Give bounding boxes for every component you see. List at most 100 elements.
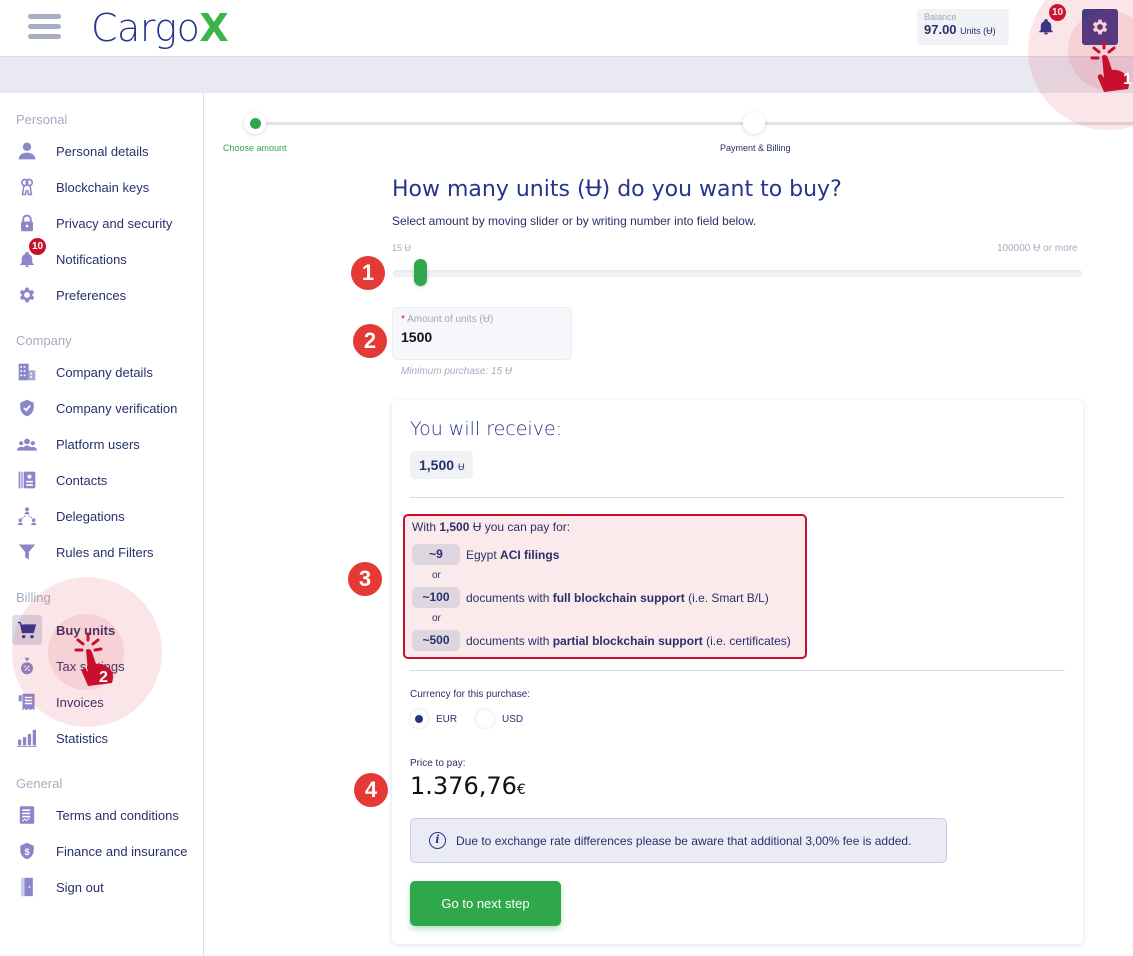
- step-payment-billing-dot[interactable]: [743, 112, 765, 134]
- gear-icon: [12, 280, 42, 310]
- sidebar-item-notifications[interactable]: 10 Notifications: [12, 238, 197, 274]
- currency-radio-usd[interactable]: USD: [476, 710, 523, 728]
- next-step-button[interactable]: Go to next step: [410, 881, 561, 926]
- sidebar-item-statistics[interactable]: Statistics: [12, 723, 197, 753]
- radio-label: EUR: [436, 713, 458, 725]
- hamburger-bar: [28, 24, 61, 29]
- units-slider-track[interactable]: [393, 270, 1082, 277]
- step-choose-amount-dot[interactable]: [244, 112, 266, 134]
- sidebar-item-platform-users[interactable]: Platform users: [12, 429, 197, 459]
- price-currency-symbol: €: [516, 782, 526, 798]
- radio-circle: [476, 710, 494, 728]
- pay-option-bold: partial blockchain support: [552, 633, 703, 648]
- door-icon: [12, 872, 42, 902]
- pay-option-qty: ~500: [412, 630, 460, 651]
- pay-or-separator: or: [432, 570, 441, 581]
- sidebar-item-label: Privacy and security: [56, 215, 173, 231]
- receive-amount: 1,500 Ʉ: [410, 451, 474, 479]
- price-amount: 1.376,76: [410, 772, 517, 800]
- pay-for-heading: With 1,500 Ʉ you can pay for:: [412, 520, 570, 534]
- pay-head-suffix: Ʉ you can pay for:: [472, 520, 571, 534]
- units-slider-thumb[interactable]: [414, 259, 428, 286]
- receive-title: You will receive:: [410, 418, 563, 440]
- pay-option-pre: documents with: [466, 590, 550, 605]
- pay-option-post: (i.e. Smart B/L): [688, 590, 769, 605]
- step-choose-amount-label: Choose amount: [223, 143, 287, 153]
- sidebar-item-label: Statistics: [56, 730, 109, 746]
- minimum-purchase-note: Minimum purchase: 15 Ʉ: [401, 366, 513, 377]
- info-icon: i: [429, 832, 446, 849]
- sidebar-item-contacts[interactable]: Contacts: [12, 465, 197, 495]
- receipt-icon: [12, 687, 42, 717]
- notifications-badge: 10: [1049, 4, 1067, 21]
- top-header: CargoX Balance 97.00 Units (Ʉ) 10: [0, 0, 1133, 57]
- sidebar-item-delegations[interactable]: Delegations: [12, 501, 197, 531]
- currency-radio-eur[interactable]: EUR: [410, 710, 457, 728]
- sidebar-item-rules-filters[interactable]: Rules and Filters: [12, 537, 197, 567]
- sidebar-item-buy-units[interactable]: Buy units: [12, 615, 197, 645]
- pay-option: ~500 documents with partial blockchain s…: [412, 630, 791, 651]
- sidebar-item-label: Invoices: [56, 694, 104, 710]
- sidebar-item-privacy-security[interactable]: Privacy and security: [12, 208, 197, 238]
- radio-label: USD: [502, 713, 524, 725]
- sidebar-item-terms[interactable]: Terms and conditions: [12, 800, 197, 830]
- cargox-logo[interactable]: CargoX: [91, 6, 229, 50]
- bar-chart-icon: [12, 723, 42, 753]
- sidebar: Personal Personal details Blockchain key…: [0, 93, 204, 956]
- currency-label: Currency for this purchase:: [410, 689, 531, 700]
- pay-option-pre: Egypt: [466, 547, 497, 562]
- step-payment-billing-label: Payment & Billing: [720, 143, 791, 153]
- slider-min-label: 15 Ʉ: [392, 243, 412, 253]
- amount-field-label: * Amount of units (Ʉ): [401, 314, 563, 325]
- sidebar-item-label: Preferences: [56, 287, 127, 303]
- sidebar-item-preferences[interactable]: Preferences: [12, 280, 197, 310]
- purchase-summary-card: You will receive: 1,500 Ʉ With 1,500 Ʉ y…: [392, 400, 1083, 944]
- hamburger-bar: [28, 14, 61, 19]
- sidebar-item-company-details[interactable]: Company details: [12, 357, 197, 387]
- sidebar-item-label: Terms and conditions: [56, 807, 179, 823]
- pay-head-prefix: With: [412, 520, 436, 534]
- settings-button[interactable]: [1082, 9, 1118, 45]
- sidebar-item-company-verification[interactable]: Company verification: [12, 393, 197, 423]
- exchange-rate-notice: i Due to exchange rate differences pleas…: [410, 818, 947, 863]
- sidebar-item-tax-settings[interactable]: Tax settings: [12, 651, 197, 681]
- sidebar-item-label: Platform users: [56, 436, 140, 452]
- notifications-button[interactable]: [1037, 18, 1055, 36]
- hamburger-bar: [28, 34, 61, 39]
- sidebar-item-personal-details[interactable]: Personal details: [12, 136, 197, 166]
- sidebar-item-label: Contacts: [56, 472, 108, 488]
- sidebar-item-sign-out[interactable]: Sign out: [12, 872, 197, 902]
- sidebar-item-label: Personal details: [56, 143, 149, 159]
- annotation-marker-1: 1: [351, 256, 385, 290]
- balance-widget: Balance 97.00 Units (Ʉ): [917, 9, 1009, 45]
- stepper-line: [255, 122, 1133, 125]
- sidebar-item-label: Sign out: [56, 879, 104, 895]
- delegations-icon: [12, 501, 42, 531]
- pay-option: ~9 Egypt ACI filings: [412, 544, 559, 565]
- keys-icon: [12, 172, 42, 202]
- sidebar-item-blockchain-keys[interactable]: Blockchain keys: [12, 172, 197, 202]
- pay-or-separator: or: [432, 613, 441, 624]
- menu-toggle-button[interactable]: [28, 14, 61, 40]
- amount-field[interactable]: * Amount of units (Ʉ): [392, 307, 572, 360]
- page-title: How many units (Ʉ) do you want to buy?: [392, 177, 842, 202]
- price-label: Price to pay:: [410, 758, 466, 769]
- sidebar-item-label: Company verification: [56, 400, 178, 416]
- sidebar-section-company: Company: [16, 333, 72, 348]
- amount-label-text: Amount of units (Ʉ): [407, 314, 494, 325]
- pay-head-amount: 1,500: [439, 520, 470, 534]
- sidebar-item-label: Rules and Filters: [56, 544, 154, 560]
- annotation-marker-4: 4: [354, 773, 388, 807]
- sidebar-item-finance-insurance[interactable]: $ Finance and insurance: [12, 836, 197, 866]
- receive-unit: Ʉ: [457, 462, 465, 472]
- balance-unit: Units (Ʉ): [960, 26, 996, 36]
- document-icon: [12, 800, 42, 830]
- step-active-indicator: [249, 117, 261, 129]
- sidebar-item-invoices[interactable]: Invoices: [12, 687, 197, 717]
- annotation-marker-3: 3: [348, 562, 382, 596]
- balance-label: Balance: [924, 12, 957, 22]
- notice-text: Due to exchange rate differences please …: [456, 833, 912, 848]
- sidebar-section-personal: Personal: [16, 112, 68, 127]
- sidebar-item-label: Notifications: [56, 251, 127, 267]
- amount-input[interactable]: [401, 329, 563, 345]
